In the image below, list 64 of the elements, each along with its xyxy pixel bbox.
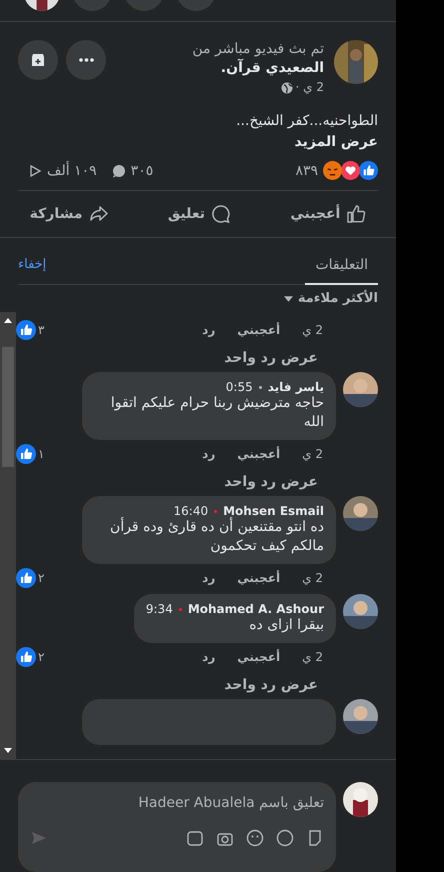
comment-text: حاجه مترضيش ربنا حرام عليكم اتقوا الله xyxy=(110,394,324,432)
comment-age: 2 ي xyxy=(302,447,323,462)
scroll-down-icon[interactable] xyxy=(4,748,12,753)
comment-icon xyxy=(211,204,232,224)
comment-text: بيقرا ازاى ده xyxy=(248,616,324,636)
caret-icon xyxy=(284,296,293,302)
post-text: الطواحنيه...كفر الشيخ... xyxy=(235,112,379,132)
view-replies-link[interactable]: عرض رد واحد xyxy=(16,464,378,490)
comment-time: 0:55 xyxy=(226,380,253,394)
like-reaction-icon xyxy=(16,647,36,668)
hide-link[interactable]: إخفاء xyxy=(18,257,46,284)
view-replies-link[interactable]: عرض رد واحد xyxy=(16,340,378,366)
globe-icon xyxy=(280,82,293,94)
comment-action-button[interactable]: تعليق xyxy=(158,195,242,234)
scrollbar-track[interactable] xyxy=(0,312,16,759)
post-time: 2 ي · xyxy=(296,79,324,96)
author-line: تم بث فيديو مباشر من xyxy=(192,40,324,58)
comment-time: 9:34 xyxy=(146,602,173,616)
commenter-name[interactable]: Mohsen Esmail xyxy=(223,504,324,518)
like-link[interactable]: أعجبني xyxy=(237,447,280,462)
like-count: ١ xyxy=(38,447,44,462)
page-name[interactable]: الصعيدي قرآن. xyxy=(192,59,324,78)
comment-age: 2 ي xyxy=(302,323,323,338)
heart-reaction-icon xyxy=(341,161,360,180)
views-count[interactable]: ١٠٩ ألف xyxy=(47,162,97,179)
see-more-link[interactable]: عرض المزيد xyxy=(0,132,396,154)
comments-tab[interactable]: التعليقات xyxy=(305,257,378,286)
sort-dropdown[interactable]: الأكثر ملاءمة xyxy=(284,291,378,306)
reply-link[interactable]: رد xyxy=(202,650,216,664)
reply-link[interactable]: رد xyxy=(202,447,216,462)
share-action-button[interactable]: مشاركة xyxy=(20,195,119,234)
like-link[interactable]: أعجبني xyxy=(237,571,280,586)
comment-input-field[interactable]: تعليق باسم Hadeer Abualela xyxy=(30,795,324,811)
like-link[interactable]: أعجبني xyxy=(237,650,280,664)
like-count: ٢ xyxy=(38,650,44,664)
like-action-button[interactable]: أعجبني xyxy=(280,195,376,234)
like-reaction-icon xyxy=(359,161,378,180)
save-button[interactable] xyxy=(18,40,58,80)
smiley-icon[interactable] xyxy=(246,829,264,847)
angry-reaction-icon xyxy=(323,161,342,180)
reply-link[interactable]: رد xyxy=(202,323,216,338)
scroll-up-icon[interactable] xyxy=(4,318,12,324)
thumbs-up-icon xyxy=(346,204,366,224)
like-link[interactable]: أعجبني xyxy=(237,323,280,338)
comment-bubble-icon xyxy=(112,164,126,178)
comments-count[interactable]: ٣٠٥ xyxy=(130,162,154,179)
more-button[interactable] xyxy=(66,40,106,80)
comment-age: 2 ي xyxy=(302,571,323,586)
comment-text: ده انتو مقتنعين أن ده قارئ وده قرأن مالكم كيف تحكمون xyxy=(109,518,324,556)
view-replies-link[interactable]: عرض رد واحد xyxy=(16,667,378,694)
like-reaction-icon xyxy=(16,444,36,464)
like-reaction-icon xyxy=(16,568,36,588)
play-icon xyxy=(28,164,42,178)
like-count: ٢ xyxy=(38,571,44,586)
commenter-name[interactable]: ياسر فايد xyxy=(268,380,324,394)
reactions-count[interactable]: ٨٣٩ xyxy=(295,162,318,179)
comment-age: 2 ي xyxy=(302,650,323,664)
more-icon xyxy=(78,58,94,62)
comment-time: 16:40 xyxy=(174,504,208,518)
like-reaction-icon xyxy=(16,320,36,340)
like-count: ٣ xyxy=(38,323,44,338)
commenter-name[interactable]: Mohamed A. Ashour xyxy=(188,602,324,616)
reply-link[interactable]: رد xyxy=(202,571,216,586)
scrollbar-thumb[interactable] xyxy=(2,347,14,468)
